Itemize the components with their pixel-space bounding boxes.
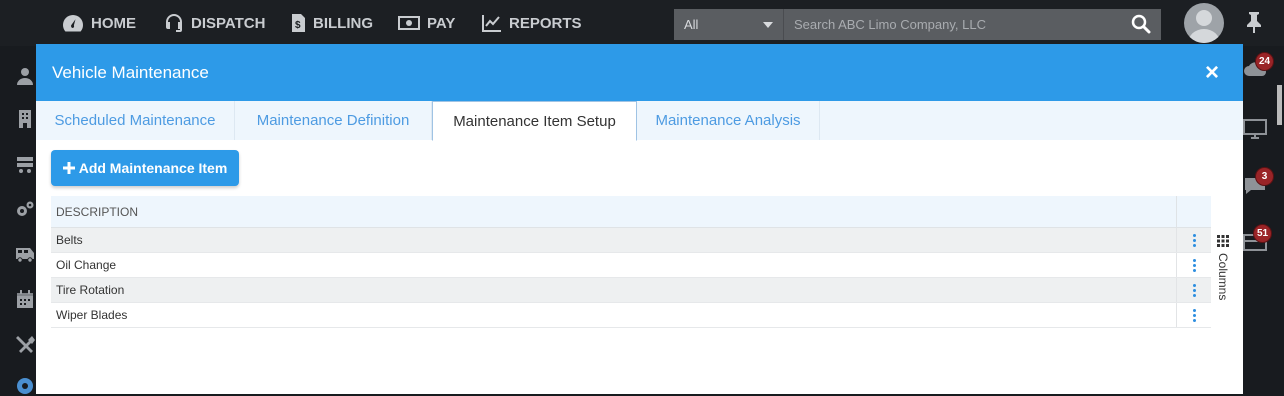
building-icon[interactable] [15, 109, 35, 129]
table-row[interactable]: Tire Rotation [51, 278, 1211, 303]
modal-tabs: Scheduled Maintenance Maintenance Defini… [36, 101, 1243, 141]
money-icon [398, 16, 420, 30]
nav-billing-label: BILLING [313, 14, 373, 32]
column-header-description[interactable]: DESCRIPTION [51, 196, 1176, 227]
column-header-actions [1176, 196, 1211, 227]
tab-maintenance-item-setup[interactable]: Maintenance Item Setup [432, 101, 637, 141]
columns-toggle[interactable]: Columns [1213, 235, 1233, 300]
plus-icon [62, 162, 75, 174]
global-search: All [674, 9, 1161, 40]
vehicle-maintenance-modal: Vehicle Maintenance × Scheduled Maintena… [36, 44, 1243, 394]
search-icon[interactable] [1131, 14, 1151, 34]
headset-icon [166, 14, 182, 32]
search-scope-value: All [684, 17, 699, 32]
more-options-icon[interactable] [1192, 308, 1196, 322]
page-scrollbar[interactable] [1277, 85, 1282, 125]
bus-icon[interactable] [15, 244, 35, 264]
modal-title: Vehicle Maintenance [52, 62, 209, 82]
top-navigation-bar: HOME DISPATCH $ BILLING PAY REPORTS All [0, 0, 1284, 46]
nav-home-label: HOME [91, 14, 136, 32]
tab-maintenance-analysis[interactable]: Maintenance Analysis [637, 101, 820, 140]
nav-dispatch-label: DISPATCH [191, 14, 266, 32]
vehicle-list-icon[interactable] [15, 154, 35, 174]
row-actions-cell [1176, 228, 1211, 252]
tab-label: Scheduled Maintenance [54, 112, 216, 129]
row-description: Wiper Blades [56, 308, 128, 322]
row-actions-cell [1176, 278, 1211, 302]
nav-billing[interactable]: $ BILLING [291, 12, 373, 34]
dashboard-icon [63, 15, 83, 32]
more-options-icon[interactable] [1192, 283, 1196, 297]
tab-maintenance-definition[interactable]: Maintenance Definition [235, 101, 432, 140]
gears-icon[interactable] [15, 200, 35, 220]
cloud-badge: 24 [1255, 52, 1275, 71]
modal-header: Vehicle Maintenance × [36, 44, 1243, 101]
row-description: Tire Rotation [56, 283, 125, 297]
tools-icon[interactable] [15, 334, 35, 354]
row-actions-cell [1176, 253, 1211, 277]
chart-line-icon [482, 15, 501, 32]
user-icon[interactable] [15, 66, 35, 86]
monitor-icon[interactable] [1243, 118, 1267, 140]
table-row[interactable]: Oil Change [51, 253, 1211, 278]
columns-toggle-label: Columns [1216, 253, 1230, 301]
tab-scheduled-maintenance[interactable]: Scheduled Maintenance [36, 101, 235, 140]
pin-icon[interactable] [1245, 11, 1263, 33]
tab-label: Maintenance Definition [256, 112, 410, 129]
row-description: Belts [56, 233, 83, 247]
row-description: Oil Change [56, 258, 117, 272]
search-scope-select[interactable]: All [674, 9, 783, 40]
search-input[interactable] [783, 9, 1161, 40]
chat-badge: 3 [1255, 167, 1274, 186]
nav-pay[interactable]: PAY [398, 12, 455, 34]
add-button-label: Add Maintenance Item [78, 160, 228, 176]
calendar-icon[interactable] [15, 289, 35, 309]
caret-down-icon [763, 21, 773, 28]
grid-header: DESCRIPTION [51, 196, 1211, 228]
nav-reports[interactable]: REPORTS [482, 12, 582, 34]
left-sidebar [0, 46, 36, 394]
nav-reports-label: REPORTS [509, 14, 582, 32]
table-row[interactable]: Wiper Blades [51, 303, 1211, 328]
add-maintenance-item-button[interactable]: Add Maintenance Item [51, 150, 239, 186]
invoice-icon: $ [292, 14, 305, 32]
row-actions-cell [1176, 303, 1211, 327]
nav-pay-label: PAY [427, 14, 456, 32]
tab-label: Maintenance Item Setup [453, 112, 616, 130]
svg-text:$: $ [295, 20, 301, 31]
user-avatar[interactable] [1184, 3, 1224, 43]
nav-home[interactable]: HOME [62, 12, 136, 34]
table-row[interactable]: Belts [51, 228, 1211, 253]
grid-columns-icon [1217, 235, 1229, 247]
more-options-icon[interactable] [1192, 258, 1196, 272]
nav-dispatch[interactable]: DISPATCH [164, 12, 265, 34]
user-silhouette-icon [1188, 10, 1220, 43]
maintenance-items-grid: DESCRIPTION Belts Oil Change Tire Rotati… [51, 196, 1211, 328]
tab-label: Maintenance Analysis [655, 112, 801, 129]
settings-cog-icon[interactable] [15, 376, 35, 396]
more-options-icon[interactable] [1192, 233, 1196, 247]
inbox-badge: 51 [1253, 224, 1273, 243]
close-button[interactable]: × [1205, 60, 1219, 85]
